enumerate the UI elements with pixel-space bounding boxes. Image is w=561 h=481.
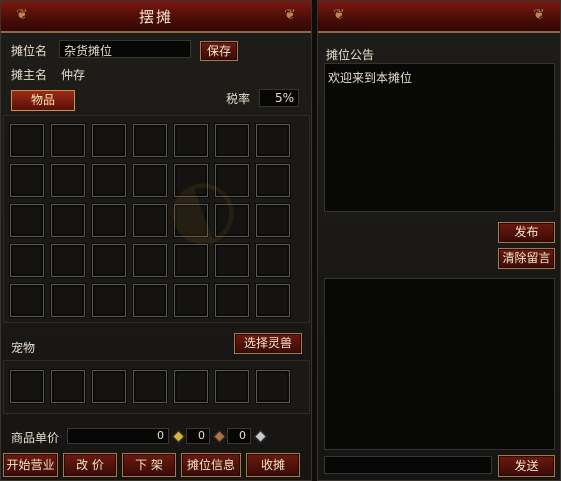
item-slot[interactable] [51, 164, 85, 197]
item-slot[interactable] [10, 204, 44, 237]
message-input[interactable] [324, 456, 492, 474]
item-slot[interactable] [51, 204, 85, 237]
left-ornament-icon: ❦ [333, 7, 345, 23]
right-ornament-icon: ❦ [284, 7, 296, 23]
item-slot[interactable] [215, 124, 249, 157]
notice-title-bar: ❦ ❦ [318, 1, 560, 33]
item-slot[interactable] [92, 164, 126, 197]
item-slot[interactable] [174, 244, 208, 277]
stall-info-button[interactable]: 摊位信息 [181, 453, 241, 477]
reprice-button[interactable]: 改 价 [63, 453, 117, 477]
clear-messages-button[interactable]: 清除留言 [498, 248, 555, 269]
stall-name-input[interactable]: 杂货摊位 [59, 40, 191, 58]
price-total-field[interactable]: 0 [67, 428, 169, 444]
stall-name-label: 摊位名 [11, 44, 48, 58]
message-log [324, 278, 555, 450]
tax-label: 税率 [226, 92, 251, 106]
save-button[interactable]: 保存 [200, 41, 238, 61]
owner-value: 仲存 [61, 68, 86, 82]
item-slot[interactable] [256, 204, 290, 237]
item-slot[interactable] [215, 164, 249, 197]
price-copper-field[interactable]: 0 [227, 428, 251, 444]
publish-button[interactable]: 发布 [498, 222, 555, 243]
pet-slot[interactable] [256, 370, 290, 403]
item-slot[interactable] [10, 284, 44, 317]
pet-slot[interactable] [10, 370, 44, 403]
pet-slot[interactable] [92, 370, 126, 403]
item-slot[interactable] [10, 244, 44, 277]
item-slot[interactable] [51, 244, 85, 277]
unlist-button[interactable]: 下 架 [122, 453, 176, 477]
notice-text: 欢迎来到本摊位 [328, 71, 413, 85]
pet-slot-grid [3, 360, 310, 414]
price-label: 商品单价 [11, 431, 60, 445]
item-slot[interactable] [92, 284, 126, 317]
item-slot[interactable] [215, 204, 249, 237]
item-slot[interactable] [133, 204, 167, 237]
item-slot[interactable] [174, 164, 208, 197]
select-pet-button[interactable]: 选择灵兽 [234, 333, 302, 354]
item-slot[interactable] [133, 124, 167, 157]
right-ornament-icon: ❦ [533, 7, 545, 23]
pet-slot[interactable] [215, 370, 249, 403]
pet-label: 宠物 [11, 341, 36, 355]
stall-title-bar: ❦ 摆摊 ❦ [1, 1, 311, 33]
item-slot[interactable] [133, 164, 167, 197]
tab-items[interactable]: 物品 [11, 90, 75, 111]
item-slot[interactable] [215, 244, 249, 277]
item-slot[interactable] [256, 164, 290, 197]
item-slot[interactable] [133, 284, 167, 317]
pet-slot[interactable] [133, 370, 167, 403]
copper-coin-icon [213, 430, 226, 443]
notice-panel: ❦ ❦ 摊位公告 欢迎来到本摊位 发布 清除留言 发送 [317, 0, 561, 481]
notice-title: 摊位公告 [326, 48, 375, 62]
close-stall-button[interactable]: 收摊 [246, 453, 300, 477]
pet-slot[interactable] [174, 370, 208, 403]
item-slot-grid [3, 115, 310, 323]
tax-value: 5% [259, 89, 299, 107]
start-business-button[interactable]: 开始营业 [3, 453, 58, 477]
stall-title: 摆摊 [138, 8, 173, 26]
item-slot[interactable] [92, 244, 126, 277]
pet-slot[interactable] [51, 370, 85, 403]
silver-coin-icon [254, 430, 267, 443]
price-gold-field[interactable]: 0 [186, 428, 210, 444]
item-slot[interactable] [174, 204, 208, 237]
item-slot[interactable] [174, 124, 208, 157]
item-slot[interactable] [10, 164, 44, 197]
stall-panel: ❦ 摆摊 ❦ 摊位名 杂货摊位 保存 摊主名 仲存 物品 税率 5% 宠物 选择… [0, 0, 312, 481]
owner-label: 摊主名 [11, 68, 48, 82]
item-slot[interactable] [256, 124, 290, 157]
notice-board: 欢迎来到本摊位 [324, 63, 555, 212]
send-button[interactable]: 发送 [498, 455, 555, 477]
item-slot[interactable] [51, 124, 85, 157]
item-slot[interactable] [92, 204, 126, 237]
item-slot[interactable] [51, 284, 85, 317]
gold-coin-icon [172, 430, 185, 443]
item-slot[interactable] [256, 244, 290, 277]
item-slot[interactable] [256, 284, 290, 317]
item-slot[interactable] [92, 124, 126, 157]
item-slot[interactable] [174, 284, 208, 317]
item-slot[interactable] [10, 124, 44, 157]
item-slot[interactable] [133, 244, 167, 277]
item-slot[interactable] [215, 284, 249, 317]
